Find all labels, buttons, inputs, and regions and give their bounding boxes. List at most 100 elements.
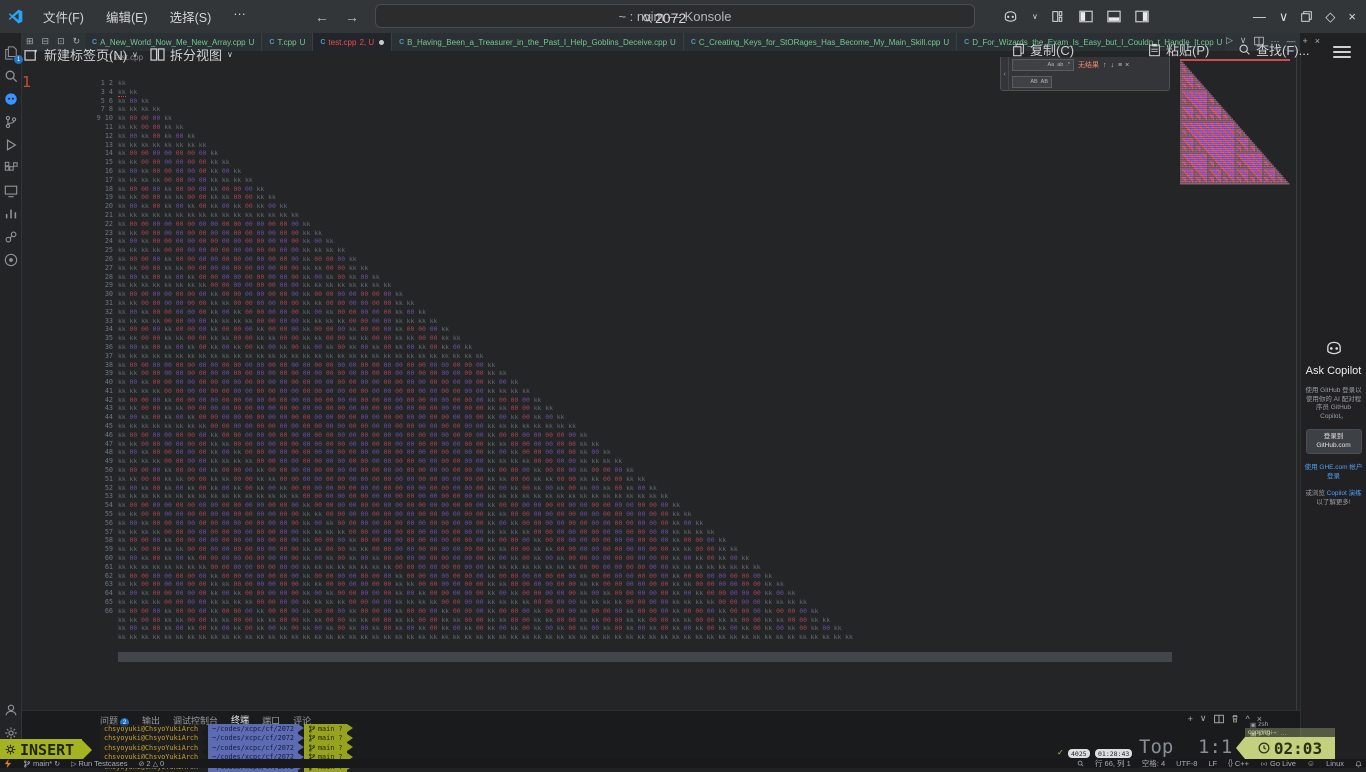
- statusbar-language-mode[interactable]: {}C++: [1228, 759, 1249, 768]
- editor-tab-5[interactable]: CC_Creating_Keys_for_StORages_Has_Become…: [684, 33, 957, 51]
- replace-input[interactable]: ABAB: [1012, 76, 1052, 88]
- close-icon[interactable]: ×: [1315, 36, 1320, 46]
- statusbar-text: main*: [33, 759, 52, 768]
- layout-split-icon[interactable]: [1052, 10, 1065, 23]
- horizontal-scrollbar[interactable]: [118, 652, 1172, 662]
- konsole-copy-button[interactable]: 复制(C): [1012, 40, 1074, 59]
- activity-remote-icon[interactable]: [3, 183, 19, 199]
- toggle-secondary-sidebar-icon[interactable]: [1135, 10, 1149, 23]
- activity-run-debug-icon[interactable]: [3, 137, 19, 153]
- konsole-new-tab-button[interactable]: 新建标签页(N)∨: [24, 45, 138, 64]
- statusbar-text: Go Live: [1270, 759, 1296, 768]
- activity-extensions-icon[interactable]: [3, 160, 19, 176]
- run-icon[interactable]: ▷: [1226, 35, 1233, 46]
- panel-trash-icon[interactable]: [1231, 714, 1239, 723]
- find-toggle-Aa[interactable]: Aa: [1046, 62, 1055, 68]
- close-icon[interactable]: ×: [1348, 9, 1356, 24]
- find-toggle-ab[interactable]: ab: [1056, 62, 1064, 68]
- panel-chevron-down-icon[interactable]: ∨: [1200, 713, 1207, 724]
- toggle-sidebar-icon[interactable]: [1079, 10, 1093, 23]
- explorer-badge: 1: [14, 55, 23, 64]
- editor-tab-3[interactable]: Ctest.cpp2, U: [313, 33, 392, 51]
- editor-tab-4[interactable]: CB_Having_Been_a_Treasurer_in_the_Past_I…: [392, 33, 684, 51]
- statusbar-os-indicator[interactable]: Linux: [1326, 759, 1344, 768]
- restore-icon[interactable]: [1301, 11, 1312, 22]
- activity-references-icon[interactable]: [3, 229, 19, 245]
- copilot-ghe-link[interactable]: 使用 GHE.com 帐户登录: [1301, 464, 1366, 481]
- activity-explorer-icon[interactable]: 1: [3, 45, 19, 61]
- menu-item-2[interactable]: 编辑(E): [97, 4, 157, 29]
- minimize-icon[interactable]: —: [1253, 9, 1266, 24]
- konsole-split-view-button[interactable]: 拆分视图∨: [150, 45, 233, 64]
- command-center[interactable]: ~ : nvim — Konsole 2072: [375, 4, 975, 28]
- find-expand-toggle-icon[interactable]: ‹: [1001, 57, 1009, 91]
- replace-toggle-0[interactable]: AB: [1029, 79, 1038, 85]
- prompt-user: chsyoyuki@ChsyoYukiArch: [100, 724, 202, 734]
- activity-copilot-chat-icon[interactable]: [3, 91, 19, 107]
- toggle-panel-icon[interactable]: [1107, 10, 1121, 23]
- minimap[interactable]: [1180, 60, 1290, 186]
- statusbar-run-testcases[interactable]: ▷Run Testcases: [71, 759, 127, 768]
- copilot-signin-button[interactable]: 登录到 GitHub.com: [1306, 429, 1362, 454]
- konsole-menu-icon[interactable]: [1333, 43, 1351, 61]
- replace-toggle-1[interactable]: AB: [1040, 79, 1049, 85]
- panel-plus-icon[interactable]: +: [1188, 714, 1193, 724]
- find-input[interactable]: Aaab.*: [1012, 59, 1074, 71]
- statusbar-encoding[interactable]: UTF-8: [1176, 759, 1197, 768]
- statusbar-go-live[interactable]: Go Live: [1260, 759, 1296, 768]
- statusbar-smiley-feedback[interactable]: ☺: [1307, 759, 1315, 768]
- menu-item-3[interactable]: 选择(S): [161, 4, 221, 29]
- statusbar-text: Linux: [1326, 759, 1344, 768]
- prompt-git-branch: main ?: [304, 743, 347, 753]
- tab-modified-dot: [379, 40, 384, 45]
- menu-item-1[interactable]: 文件(F): [34, 4, 93, 29]
- chevron-down-icon[interactable]: ∨: [1279, 9, 1289, 25]
- activity-bar: 1: [0, 33, 22, 759]
- find-in-selection-icon[interactable]: ≡: [1118, 62, 1121, 69]
- statusbar-indentation[interactable]: 空格: 4: [1142, 758, 1165, 769]
- activity-github-icon[interactable]: [3, 252, 19, 268]
- tab-label: test.cpp: [328, 38, 356, 47]
- konsole-find-button[interactable]: 查找(F)...: [1238, 40, 1309, 59]
- statusbar-cursor-position[interactable]: 行 66, 列 1: [1095, 758, 1131, 769]
- prompt-path: ~/codes/xcpc/cf/2072: [208, 743, 298, 753]
- statusbar-text: 行 66, 列 1: [1095, 758, 1131, 769]
- activity-search-icon[interactable]: [3, 68, 19, 84]
- menu-item-4[interactable]: ···: [224, 4, 255, 29]
- bell-icon: [1355, 760, 1362, 768]
- status-bar: main*↻ ▷Run Testcases ⊘2△0 行 66, 列 1 空格: 4 U…: [0, 759, 1366, 768]
- menu-bar: 文件(F)编辑(E)选择(S)···: [34, 4, 255, 29]
- editor-area[interactable]: 1 2 3 4 5 6 7 8 9 10 11 12 13 14 15 16 1…: [22, 51, 1300, 710]
- copilot-title: Ask Copilot: [1301, 365, 1366, 377]
- statusbar-branch-status[interactable]: main*↻: [23, 759, 60, 768]
- panel-split-editor-icon[interactable]: [1214, 714, 1224, 724]
- copilot-chevron-icon[interactable]: ∨: [1032, 12, 1038, 21]
- find-widget: ‹ Aaab.* 无结果 ↑ ↓ ≡ × ABAB: [1000, 57, 1170, 91]
- activity-account-icon[interactable]: [3, 702, 19, 718]
- copilot-walkthrough-link[interactable]: Copilot 演练: [1327, 490, 1362, 497]
- statusbar-notifications[interactable]: [1355, 760, 1362, 768]
- diamond-icon[interactable]: ◇: [1325, 9, 1335, 25]
- statusbar-remote-indicator[interactable]: [4, 759, 12, 768]
- konsole-paste-button[interactable]: 粘贴(P): [1148, 40, 1209, 59]
- copy-icon: [1012, 43, 1025, 57]
- activity-testing-icon[interactable]: [3, 206, 19, 222]
- terminal-prompt-row: chsyoyuki@ChsyoYukiArch~/codes/xcpc/cf/2…: [100, 743, 353, 753]
- prompt-user: chsyoyuki@ChsyoYukiArch: [100, 734, 202, 744]
- statusbar-search-indicator[interactable]: [1077, 760, 1084, 767]
- back-icon[interactable]: ←: [315, 9, 329, 25]
- find-prev-icon[interactable]: ↑: [1103, 62, 1107, 69]
- copilot-icon[interactable]: [1003, 9, 1018, 24]
- activity-source-control-icon[interactable]: [3, 114, 19, 130]
- copilot-body-text: 使用 GitHub 登录以使用你的 AI 配对程序员 GitHub Copilo…: [1301, 387, 1366, 421]
- find-next-icon[interactable]: ↓: [1111, 62, 1115, 69]
- find-close-icon[interactable]: ×: [1125, 62, 1129, 69]
- editor-tab-2[interactable]: CT.cppU: [262, 33, 313, 51]
- find-toggle-[interactable]: .*: [1065, 62, 1071, 68]
- tab-label: C_Creating_Keys_for_StORages_Has_Become_…: [699, 38, 940, 47]
- terminal-prompt-row: chsyoyuki@ChsyoYukiArch~/codes/xcpc/cf/2…: [100, 734, 353, 744]
- forward-icon[interactable]: →: [345, 9, 359, 25]
- clock-icon: [1258, 742, 1270, 754]
- statusbar-problems-status[interactable]: ⊘2△0: [139, 759, 165, 768]
- statusbar-eol[interactable]: LF: [1208, 759, 1217, 768]
